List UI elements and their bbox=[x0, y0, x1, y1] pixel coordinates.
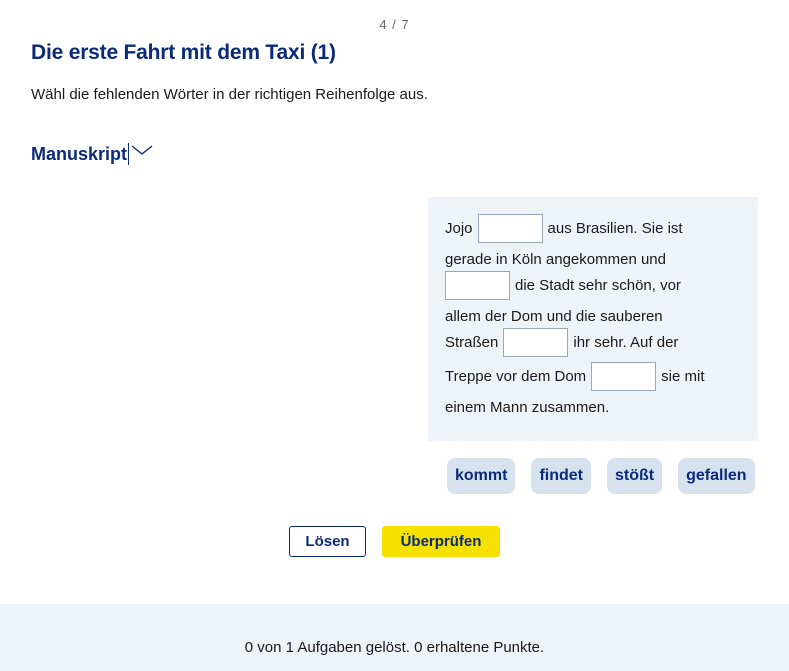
word-options: kommt findet stößt gefallen bbox=[447, 458, 755, 494]
text-segment: allem der Dom und die sauberen bbox=[445, 307, 663, 325]
exercise-page: 4 / 7 Die erste Fahrt mit dem Taxi (1) W… bbox=[0, 0, 789, 671]
text-segment: einem Mann zusammen. bbox=[445, 398, 610, 416]
text-segment: aus Brasilien. Sie ist bbox=[547, 220, 683, 237]
status-text: 0 von 1 Aufgaben gelöst. 0 erhaltene Pun… bbox=[244, 639, 545, 656]
manuskript-toggle[interactable]: Manuskript bbox=[31, 143, 154, 165]
gap-2[interactable] bbox=[445, 271, 510, 300]
text-segment: sie mit bbox=[661, 368, 705, 385]
text-segment: die Stadt sehr schön, vor bbox=[515, 277, 681, 294]
text-segment: Jojo bbox=[445, 220, 473, 237]
page-title: Die erste Fahrt mit dem Taxi (1) bbox=[31, 41, 336, 64]
text-line: gerade in Köln angekommen und bbox=[445, 248, 666, 270]
text-line: Jojo aus Brasilien. Sie ist bbox=[445, 214, 683, 243]
solve-button[interactable]: Lösen bbox=[289, 526, 366, 557]
chevron-down-icon bbox=[131, 145, 153, 155]
gap-1[interactable] bbox=[477, 214, 543, 243]
text-line: einem Mann zusammen. bbox=[445, 396, 609, 418]
word-option-stoesst[interactable]: stößt bbox=[607, 458, 663, 494]
text-line: Straßen ihr sehr. Auf der bbox=[445, 328, 678, 357]
gap-3[interactable] bbox=[503, 328, 569, 357]
text-segment: ihr sehr. Auf der bbox=[573, 334, 679, 351]
text-line: allem der Dom und die sauberen bbox=[445, 305, 663, 327]
word-option-gefallen[interactable]: gefallen bbox=[678, 458, 755, 494]
text-line: die Stadt sehr schön, vor bbox=[445, 271, 681, 300]
word-option-kommt[interactable]: kommt bbox=[447, 458, 516, 494]
check-button[interactable]: Überprüfen bbox=[382, 526, 500, 557]
text-line: Treppe vor dem Dom sie mit bbox=[445, 362, 705, 391]
word-option-findet[interactable]: findet bbox=[531, 458, 591, 494]
cloze-text-panel: Jojo aus Brasilien. Sie ist gerade in Kö… bbox=[428, 197, 758, 441]
manuskript-label: Manuskript bbox=[31, 143, 130, 165]
instruction-text: Wähl die fehlenden Wörter in der richtig… bbox=[31, 86, 428, 103]
status-footer: 0 von 1 Aufgaben gelöst. 0 erhaltene Pun… bbox=[0, 604, 789, 671]
text-segment: Treppe vor dem Dom bbox=[445, 368, 587, 385]
progress-indicator: 4 / 7 bbox=[379, 17, 410, 32]
text-segment: gerade in Köln angekommen und bbox=[445, 250, 666, 268]
gap-4[interactable] bbox=[591, 362, 657, 391]
text-segment: Straßen bbox=[445, 334, 499, 351]
